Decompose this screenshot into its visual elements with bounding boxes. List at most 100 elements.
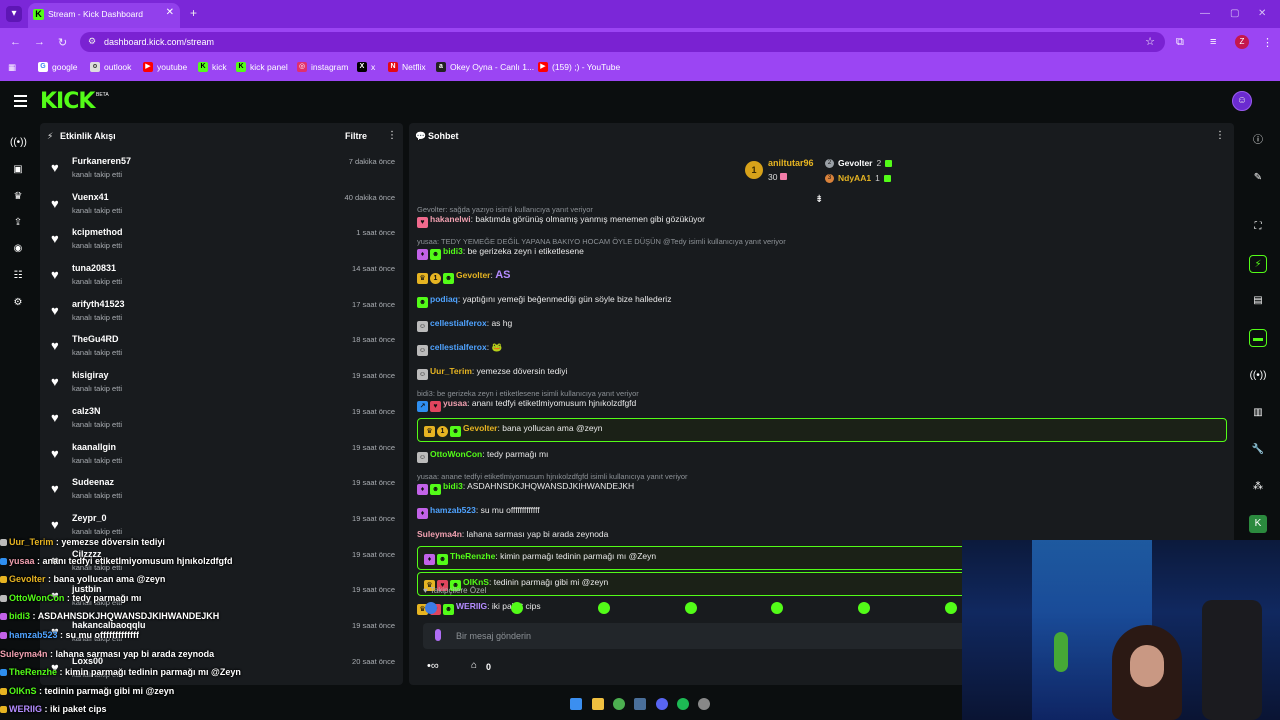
chat-message[interactable]: ♥ hakanelwi: baktımda görünüş olmamış yan… <box>417 214 1227 228</box>
dashboard-icon[interactable]: ▣ <box>10 164 26 175</box>
bookmark-youtube[interactable]: ▶ youtube <box>143 62 187 72</box>
leaderboard-first-name[interactable]: aniltutar96 <box>768 158 814 168</box>
start-icon[interactable] <box>570 698 582 710</box>
users-icon[interactable]: ☷ <box>10 270 26 281</box>
edit-icon[interactable]: ✎ <box>1249 169 1267 187</box>
profile-avatar[interactable]: Z <box>1235 35 1249 49</box>
obs-icon[interactable] <box>698 698 710 710</box>
chat-menu-icon[interactable]: ⋮ <box>1215 130 1225 141</box>
chat-username[interactable]: Uur_Terim <box>430 366 472 376</box>
fullscreen-icon[interactable]: ⛶ <box>1249 218 1267 236</box>
bookmark-google[interactable]: Ggoogle <box>38 62 78 72</box>
bookmark-x[interactable]: Xx <box>357 62 375 72</box>
settings-icon[interactable]: ⚙ <box>10 297 26 308</box>
chat-message[interactable]: ☺ cellestialferox: 🐸 <box>417 342 1227 356</box>
emote-icon[interactable] <box>685 602 697 614</box>
feed-item[interactable]: ♥ TheGu4RD kanalı takip etti 18 saat önce <box>40 329 403 365</box>
kick-icon[interactable]: K <box>1249 515 1267 533</box>
chat-username[interactable]: bidi3 <box>443 246 463 256</box>
leaderboard-second[interactable]: 2 Gevolter 2 <box>825 158 893 168</box>
close-window-icon[interactable]: ✕ <box>1258 8 1266 19</box>
chat-message[interactable]: ♦ ☻ bidi3: ASDAHNSDKJHQWANSDJKIHWANDEJKH <box>417 481 1227 495</box>
feed-menu-icon[interactable]: ⋮ <box>387 130 397 141</box>
share-icon[interactable]: ⁂ <box>1249 478 1267 496</box>
leaderboard-third[interactable]: 3 NdyAA1 1 <box>825 173 891 183</box>
chrome-icon[interactable] <box>613 698 625 710</box>
maximize-icon[interactable]: ▢ <box>1230 8 1239 19</box>
menu-dots-icon[interactable]: ⋮ <box>1262 36 1273 49</box>
minimize-icon[interactable]: — <box>1200 8 1210 19</box>
emote-icon[interactable] <box>945 602 957 614</box>
mic-icon[interactable] <box>435 629 441 641</box>
bolt-icon[interactable]: ⚡ <box>1249 255 1267 273</box>
chat-username[interactable]: podiaq <box>430 294 458 304</box>
hamburger-menu-icon[interactable] <box>14 95 27 110</box>
broadcast-icon[interactable]: ((•)) <box>1249 367 1267 385</box>
feed-item[interactable]: ♥ Furkaneren57 kanalı takip etti 7 dakika ö… <box>40 151 403 187</box>
trophy-icon[interactable]: ♛ <box>10 191 26 202</box>
chat-username[interactable]: OttoWonCon <box>430 449 482 459</box>
bookmark-youtube-video[interactable]: ▶ (159) ;) - YouTube <box>538 62 620 72</box>
feed-item[interactable]: ♥ Sudeenaz kanalı takip etti 19 saat önce <box>40 472 403 508</box>
bookmark-outlook[interactable]: o outlook <box>90 62 131 72</box>
chat-username[interactable]: hamzab523 <box>430 505 476 515</box>
tab-close-icon[interactable]: ✕ <box>166 7 174 18</box>
url-field[interactable]: ⚙ dashboard.kick.com/stream ☆ <box>80 32 1165 52</box>
chat-username[interactable]: bidi3 <box>443 481 463 491</box>
file-explorer-icon[interactable] <box>592 698 604 710</box>
emote-icon[interactable] <box>598 602 610 614</box>
discord-icon[interactable] <box>656 698 668 710</box>
media-icon[interactable]: ≡ <box>1210 36 1216 48</box>
spotify-icon[interactable] <box>677 698 689 710</box>
chat-username[interactable]: Gevolter <box>456 270 491 280</box>
feed-item[interactable]: ♥ Vuenx41 kanalı takip etti 40 dakika önce <box>40 187 403 223</box>
chat-username[interactable]: cellestialferox <box>430 342 487 352</box>
chat-message[interactable]: ♦ hamzab523: su mu offfffffffffff <box>417 505 1227 519</box>
tab-search-icon[interactable]: ▾ <box>6 6 22 22</box>
bookmark-okey[interactable]: a Okey Oyna - Canlı 1... <box>436 62 534 72</box>
chat-icon[interactable]: ▬ <box>1249 329 1267 347</box>
bookmark-kick[interactable]: Kkick <box>198 62 227 72</box>
store-icon[interactable]: ⌂ <box>471 660 477 671</box>
upload-icon[interactable]: ⇪ <box>10 217 26 228</box>
bookmark-star-icon[interactable]: ☆ <box>1145 35 1155 48</box>
feed-item[interactable]: ♥ tuna20831 kanalı takip etti 14 saat önce <box>40 258 403 294</box>
chat-message[interactable]: ♛ 1 ☻ Gevolter: AS <box>417 270 1227 284</box>
info-icon[interactable]: ⓘ <box>1249 132 1267 150</box>
back-icon[interactable]: ← <box>10 36 21 48</box>
chat-message[interactable]: ♦ ☻ bidi3: be gerizeka zeyn i etiketlesene <box>417 246 1227 260</box>
kick-logo[interactable]: KICK <box>40 89 95 114</box>
store-icon[interactable]: ▥ <box>1249 404 1267 422</box>
chat-message[interactable]: ☺ cellestialferox: as hg <box>417 318 1227 332</box>
chat-username[interactable]: TheRenzhe <box>450 551 495 561</box>
feed-item[interactable]: ♥ calz3N kanalı takip etti 19 saat önce <box>40 401 403 437</box>
chat-username[interactable]: hakanelwi <box>430 214 471 224</box>
emote-icon[interactable] <box>511 602 523 614</box>
feed-item[interactable]: ♥ kaanallgin kanalı takip etti 19 saat önce <box>40 437 403 473</box>
new-tab-icon[interactable]: + <box>190 6 197 20</box>
chat-message[interactable]: ☺ Uur_Terim: yemezse döversin tediyi <box>417 366 1227 380</box>
chat-username[interactable]: cellestialferox <box>430 318 487 328</box>
user-avatar[interactable]: ☺ <box>1232 91 1252 111</box>
apps-icon[interactable]: ▦ <box>8 62 16 73</box>
forward-icon[interactable]: → <box>34 36 45 48</box>
emote-icon[interactable] <box>771 602 783 614</box>
extensions-icon[interactable]: ⧉ <box>1176 36 1184 49</box>
bookmark-kick-panel[interactable]: Kkick panel <box>236 62 288 72</box>
browser-tab[interactable]: K Stream - Kick Dashboard ✕ <box>28 3 180 28</box>
feed-item[interactable]: ♥ arifyth41523 kanalı takip etti 17 saat ön… <box>40 294 403 330</box>
feed-item[interactable]: ♥ kisigiray kanalı takip etti 19 saat önce <box>40 365 403 401</box>
chat-username[interactable]: Gevolter <box>463 423 498 433</box>
steam-icon[interactable] <box>634 698 646 710</box>
chat-username[interactable]: Suleyma4n <box>417 529 462 539</box>
live-icon[interactable]: ((•)) <box>10 137 27 148</box>
camera-icon[interactable]: ◉ <box>10 243 26 254</box>
wrench-icon[interactable]: 🔧 <box>1249 441 1267 459</box>
filter-button[interactable]: Filtre <box>345 131 367 141</box>
feed-item[interactable]: ♥ kcipmethod kanalı takip etti 1 saat önce <box>40 222 403 258</box>
reload-icon[interactable]: ↻ <box>58 36 67 49</box>
chat-message[interactable]: ☻ podiaq: yaptığını yemeği beğenmediği gü… <box>417 294 1227 308</box>
chat-username[interactable]: yusaa <box>443 398 467 408</box>
emote-icon[interactable] <box>425 602 437 614</box>
chat-message[interactable]: ☺ OttoWonCon: tedy parmağı mı <box>417 449 1227 463</box>
